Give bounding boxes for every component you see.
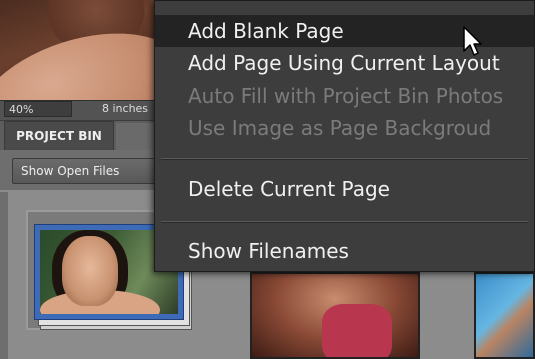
photo-content (62, 236, 118, 306)
zoom-level-field[interactable]: 40% (4, 101, 72, 117)
document-canvas-photo[interactable] (0, 0, 160, 100)
menu-item-delete-current-page[interactable]: Delete Current Page (155, 173, 534, 205)
photo-content (0, 8, 160, 100)
arrow-cursor-icon (463, 26, 482, 56)
document-size-readout: 8 inches (102, 102, 149, 115)
photo-content (322, 304, 392, 357)
bin-left-border (0, 192, 8, 359)
menu-separator (161, 158, 528, 160)
tab-project-bin[interactable]: PROJECT BIN (4, 121, 114, 150)
menu-separator (161, 221, 528, 223)
tab-strip-filler (116, 123, 156, 150)
menu-item-auto-fill-project-bin: Auto Fill with Project Bin Photos (188, 84, 504, 108)
menu-item-use-image-as-background: Use Image as Page Backgroud (188, 116, 492, 140)
show-files-dropdown[interactable]: Show Open Files (12, 158, 158, 184)
thumbnail-image-3[interactable] (474, 272, 535, 359)
menu-item-show-filenames[interactable]: Show Filenames (155, 235, 534, 267)
thumbnail-image-2[interactable] (250, 272, 420, 359)
